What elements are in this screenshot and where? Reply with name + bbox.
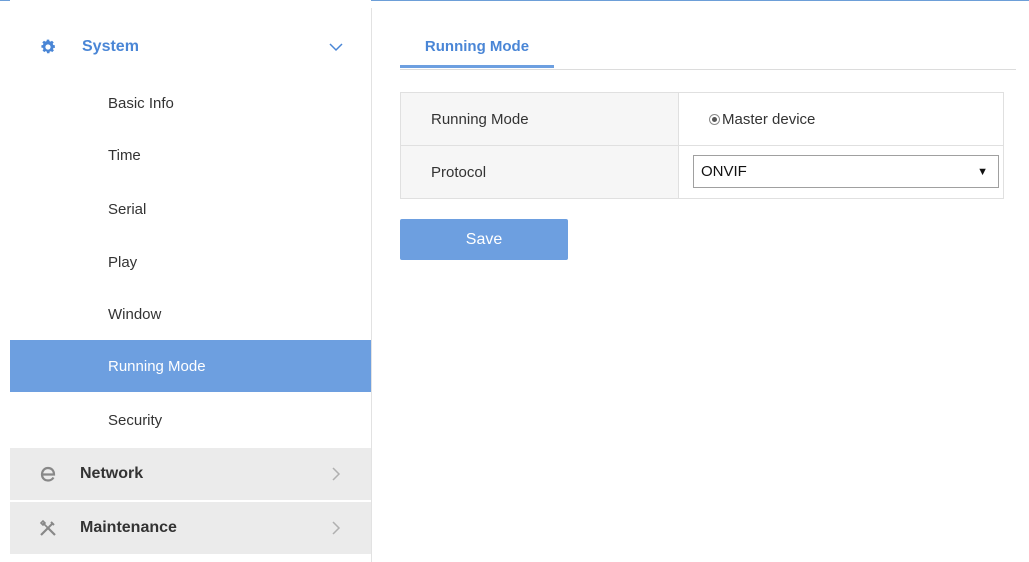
form-label-cell: Protocol [401,146,679,198]
sidebar-group-label: System [82,38,139,55]
sidebar-item-window[interactable]: Window [10,288,371,340]
form-row-running-mode: Running Mode Master device [401,93,1003,146]
chevron-right-icon [328,466,344,482]
sidebar-group-system[interactable]: System [10,21,371,73]
sidebar-group-label: Maintenance [80,519,177,536]
sidebar-group-maintenance[interactable]: Maintenance [10,502,371,554]
save-button[interactable]: Save [400,219,568,260]
radio-button-icon[interactable] [709,113,720,125]
main-content: Running Mode Running Mode Master device … [400,0,1029,562]
sidebar-item-label: Play [108,253,138,271]
sidebar-item-play[interactable]: Play [10,236,371,288]
network-e-icon [38,464,58,484]
chevron-down-icon [328,39,344,55]
sidebar-group-network[interactable]: Network [10,448,371,500]
form-row-protocol: Protocol ONVIF ▼ [401,146,1003,198]
form-label-cell: Running Mode [401,93,679,145]
sidebar-item-time[interactable]: Time [10,129,371,181]
form-value-cell: Master device [679,93,1003,145]
sidebar-item-label: Running Mode [108,357,206,375]
running-mode-form: Running Mode Master device Protocol ONVI… [400,92,1004,199]
tools-icon [38,518,58,538]
sidebar-item-label: Serial [108,200,147,218]
chevron-right-icon [328,520,344,536]
gear-icon [38,37,58,57]
sidebar-divider [371,8,372,562]
radio-label: Master device [722,110,816,128]
sidebar-item-basic-info[interactable]: Basic Info [10,77,371,129]
select-value: ONVIF [701,163,747,180]
tab-running-mode[interactable]: Running Mode [400,28,554,68]
sidebar-item-label: Time [108,146,141,164]
sidebar-item-label: Security [108,411,163,429]
protocol-label: Protocol [431,163,487,181]
sidebar-item-label: Basic Info [108,94,174,112]
dropdown-arrow-icon: ▼ [977,165,988,178]
sidebar-group-label: Network [80,465,144,482]
sidebar-item-serial[interactable]: Serial [10,183,371,235]
sidebar-item-label: Window [108,305,162,323]
master-device-radio[interactable]: Master device [709,111,815,128]
sidebar-item-security[interactable]: Security [10,394,371,446]
running-mode-label: Running Mode [431,110,529,128]
form-value-cell: ONVIF ▼ [679,146,1003,198]
sidebar: System Basic Info Time Serial Play Windo… [10,0,371,562]
radio-selected-dot [712,116,717,122]
protocol-select[interactable]: ONVIF ▼ [693,155,999,188]
tab-bar: Running Mode [400,28,1016,70]
sidebar-item-running-mode[interactable]: Running Mode [10,340,371,392]
